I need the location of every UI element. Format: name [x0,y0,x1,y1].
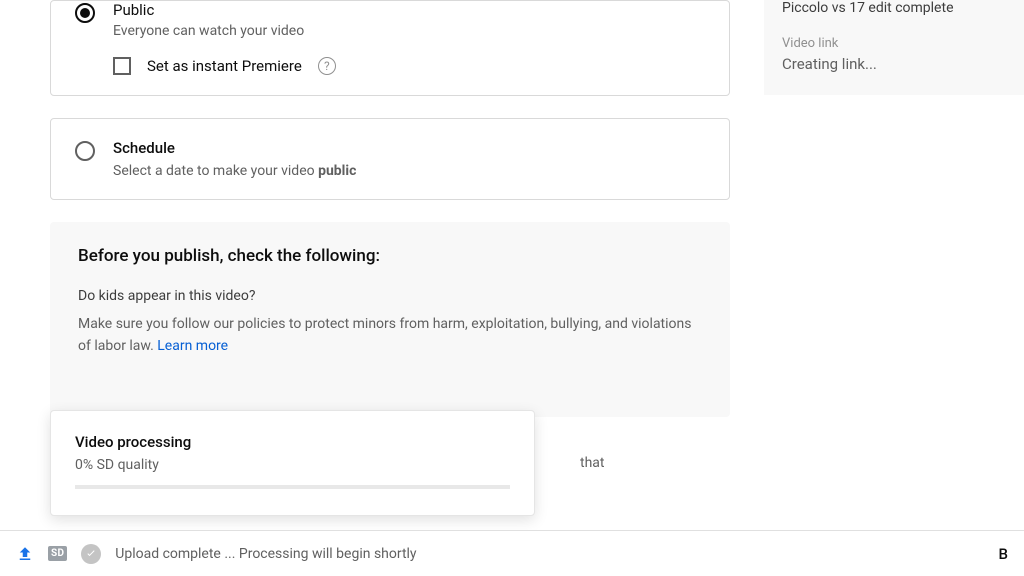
premiere-label: Set as instant Premiere [147,57,302,75]
learn-more-link[interactable]: Learn more [157,338,228,354]
video-title: Piccolo vs 17 edit complete [782,0,1006,16]
help-icon[interactable]: ? [318,57,336,75]
sd-badge-icon: SD [48,546,67,561]
video-link-status: Creating link... [782,55,1006,73]
check-circle-icon [81,544,101,564]
bottom-right-char: B [999,545,1008,563]
checkbox-unchecked-icon [113,57,131,75]
public-radio-row[interactable]: Public Everyone can watch your video [75,1,705,39]
video-info-sidebar: Piccolo vs 17 edit complete Video link C… [764,0,1024,95]
before-publish-panel: Before you publish, check the following:… [50,222,730,417]
video-link-label: Video link [782,36,1006,51]
schedule-label: Schedule [113,139,356,157]
public-description: Everyone can watch your video [113,23,304,39]
processing-title: Video processing [75,433,510,451]
before-publish-title: Before you publish, check the following: [78,246,702,266]
schedule-description: Select a date to make your video public [113,163,356,179]
video-processing-tooltip: Video processing 0% SD quality [50,410,535,516]
upload-icon [16,545,34,563]
processing-progress-text: 0% SD quality [75,457,510,473]
progress-bar [75,485,510,489]
kids-body: Make sure you follow our policies to pro… [78,314,702,357]
upload-status-text: Upload complete ... Processing will begi… [115,546,416,562]
kids-question: Do kids appear in this video? [78,288,702,304]
instant-premiere-row[interactable]: Set as instant Premiere ? [113,57,705,75]
radio-selected-icon [75,3,95,23]
schedule-option-card[interactable]: Schedule Select a date to make your vide… [50,118,730,200]
public-option-card: Public Everyone can watch your video Set… [50,0,730,96]
truncated-text-fragment: that [580,455,605,471]
bottom-status-bar: SD Upload complete ... Processing will b… [0,530,1024,576]
public-label: Public [113,1,304,19]
radio-unselected-icon [75,141,95,161]
